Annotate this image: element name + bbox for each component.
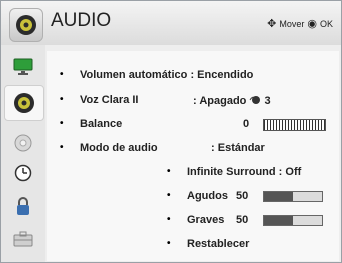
treble-slider[interactable] <box>263 191 323 202</box>
surround-label: Infinite Surround <box>187 166 276 178</box>
settings-panel: • Volumen automático : Encendido • Voz C… <box>47 51 339 261</box>
bullet-icon: • <box>60 118 64 129</box>
four-way-arrows-icon: ✥ <box>267 18 277 30</box>
voice-icon <box>250 96 261 104</box>
sound-mode-value: Estándar <box>217 142 265 154</box>
reset-button[interactable]: Restablecer <box>187 238 249 250</box>
auto-volume-label: Volumen automático <box>80 69 188 81</box>
balance-value: 0 <box>243 118 250 130</box>
treble-fill <box>264 192 293 201</box>
time-tab[interactable] <box>5 159 41 187</box>
sound-mode-row[interactable]: Modo de audio <box>80 142 158 154</box>
balance-slider[interactable] <box>263 119 326 131</box>
auto-volume-row[interactable]: Volumen automático : Encendido <box>80 69 253 81</box>
setup-tab[interactable] <box>5 129 41 157</box>
infinite-surround-row[interactable]: Infinite Surround : Off <box>187 166 301 178</box>
treble-value: 50 <box>236 190 249 202</box>
ok-button-icon: ◉ <box>307 18 317 30</box>
bullet-icon: • <box>60 94 64 105</box>
bullet-icon: • <box>167 166 171 177</box>
bullet-icon: • <box>60 142 64 153</box>
bullet-icon: • <box>167 214 171 225</box>
bullet-icon: • <box>167 190 171 201</box>
bass-slider[interactable] <box>263 215 323 226</box>
bass-fill <box>264 216 293 225</box>
balance-label: Balance <box>80 118 123 130</box>
treble-row[interactable]: Agudos <box>187 190 228 202</box>
bass-label: Graves <box>187 214 225 226</box>
ok-hint-label: OK <box>319 18 333 29</box>
bullet-icon: • <box>60 69 64 80</box>
clear-voice-value: Apagado <box>199 95 247 107</box>
bass-value: 50 <box>236 214 249 226</box>
sound-mode-label: Modo de audio <box>80 142 158 154</box>
menu-header: AUDIO ✥ Mover ◉ OK <box>1 1 341 45</box>
category-sidebar <box>1 45 45 262</box>
balance-row[interactable]: Balance <box>80 118 122 130</box>
auto-volume-value: Encendido <box>197 69 254 81</box>
options-tab[interactable] <box>5 225 41 253</box>
surround-separator: : <box>278 166 283 178</box>
navigation-hint: ✥ Mover ◉ OK <box>267 17 333 30</box>
move-hint-label: Mover <box>279 18 305 29</box>
bass-row[interactable]: Graves <box>187 214 224 226</box>
time-icon <box>14 164 32 182</box>
clear-voice-label: Voz Clara II <box>80 94 139 106</box>
lock-tab[interactable] <box>5 192 41 220</box>
setup-icon <box>14 134 32 152</box>
clear-voice-setting[interactable]: : Apagado 3 <box>193 94 271 107</box>
audio-menu-window: AUDIO ✥ Mover ◉ OK • Volumen automático … <box>0 0 342 263</box>
surround-value: Off <box>285 166 302 178</box>
audio-icon <box>14 93 34 113</box>
page-title: AUDIO <box>51 10 112 31</box>
speaker-icon <box>9 8 43 42</box>
treble-label: Agudos <box>187 190 228 202</box>
bullet-icon: • <box>167 238 171 249</box>
picture-tab[interactable] <box>5 53 41 81</box>
clear-voice-level: 3 <box>264 95 271 107</box>
clear-voice-separator: : <box>193 95 197 107</box>
auto-volume-separator: : <box>190 69 195 81</box>
picture-icon <box>13 58 33 75</box>
clear-voice-row[interactable]: Voz Clara II <box>80 94 138 106</box>
lock-icon <box>17 197 29 215</box>
options-icon <box>13 231 33 247</box>
sound-mode-setting[interactable]: : Estándar <box>211 142 265 154</box>
audio-tab[interactable] <box>4 85 44 121</box>
sound-mode-separator: : <box>211 142 215 154</box>
